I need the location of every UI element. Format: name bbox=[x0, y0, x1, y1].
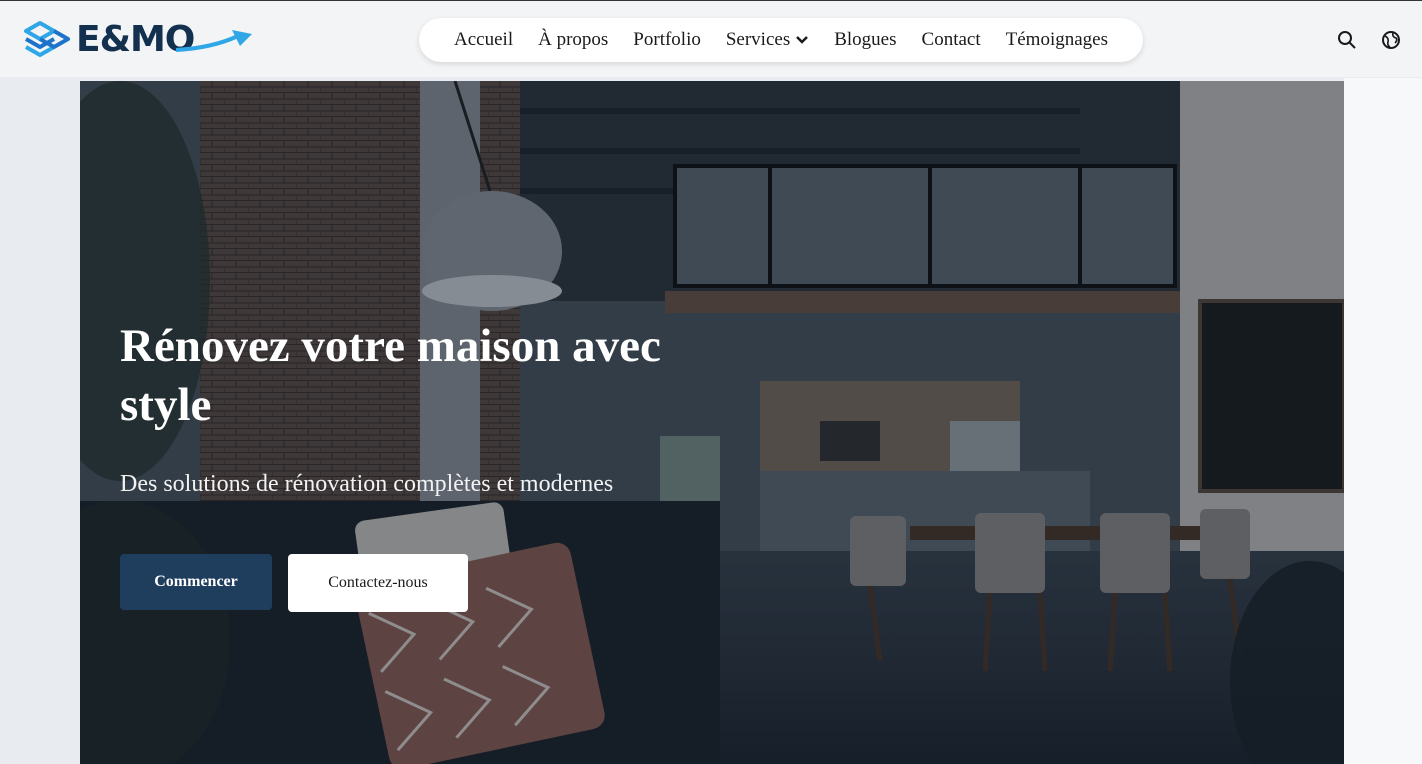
commencer-button[interactable]: Commencer bbox=[120, 554, 272, 610]
site-header: E&MO Accueil À propos Portfolio Services… bbox=[0, 1, 1422, 77]
nav-item-blogues[interactable]: Blogues bbox=[834, 29, 896, 51]
brand-logo[interactable]: E&MO bbox=[22, 18, 252, 62]
hero-section: Rénovez votre maison avec style Des solu… bbox=[80, 81, 1344, 764]
hero-subtitle: Des solutions de rénovation complètes et… bbox=[120, 471, 614, 497]
search-icon[interactable] bbox=[1337, 30, 1357, 50]
logo-swoosh-icon bbox=[175, 30, 252, 52]
nav-item-portfolio[interactable]: Portfolio bbox=[633, 29, 701, 51]
nav-item-contact[interactable]: Contact bbox=[922, 29, 981, 51]
nav-item-temoignages[interactable]: Témoignages bbox=[1006, 29, 1108, 51]
main-navigation: Accueil À propos Portfolio Services Blog… bbox=[419, 18, 1143, 62]
language-globe-icon[interactable] bbox=[1381, 30, 1401, 50]
chevron-down-icon bbox=[796, 36, 809, 44]
contact-button[interactable]: Contactez-nous bbox=[288, 554, 468, 612]
nav-item-accueil[interactable]: Accueil bbox=[454, 29, 513, 51]
logo-hexagon-icon bbox=[24, 21, 70, 57]
nav-item-a-propos[interactable]: À propos bbox=[538, 29, 608, 51]
nav-item-services-label: Services bbox=[725, 29, 791, 50]
nav-item-services[interactable]: Services bbox=[726, 29, 809, 51]
hero-title: Rénovez votre maison avec style bbox=[120, 320, 661, 431]
page-right-margin bbox=[1344, 78, 1422, 764]
